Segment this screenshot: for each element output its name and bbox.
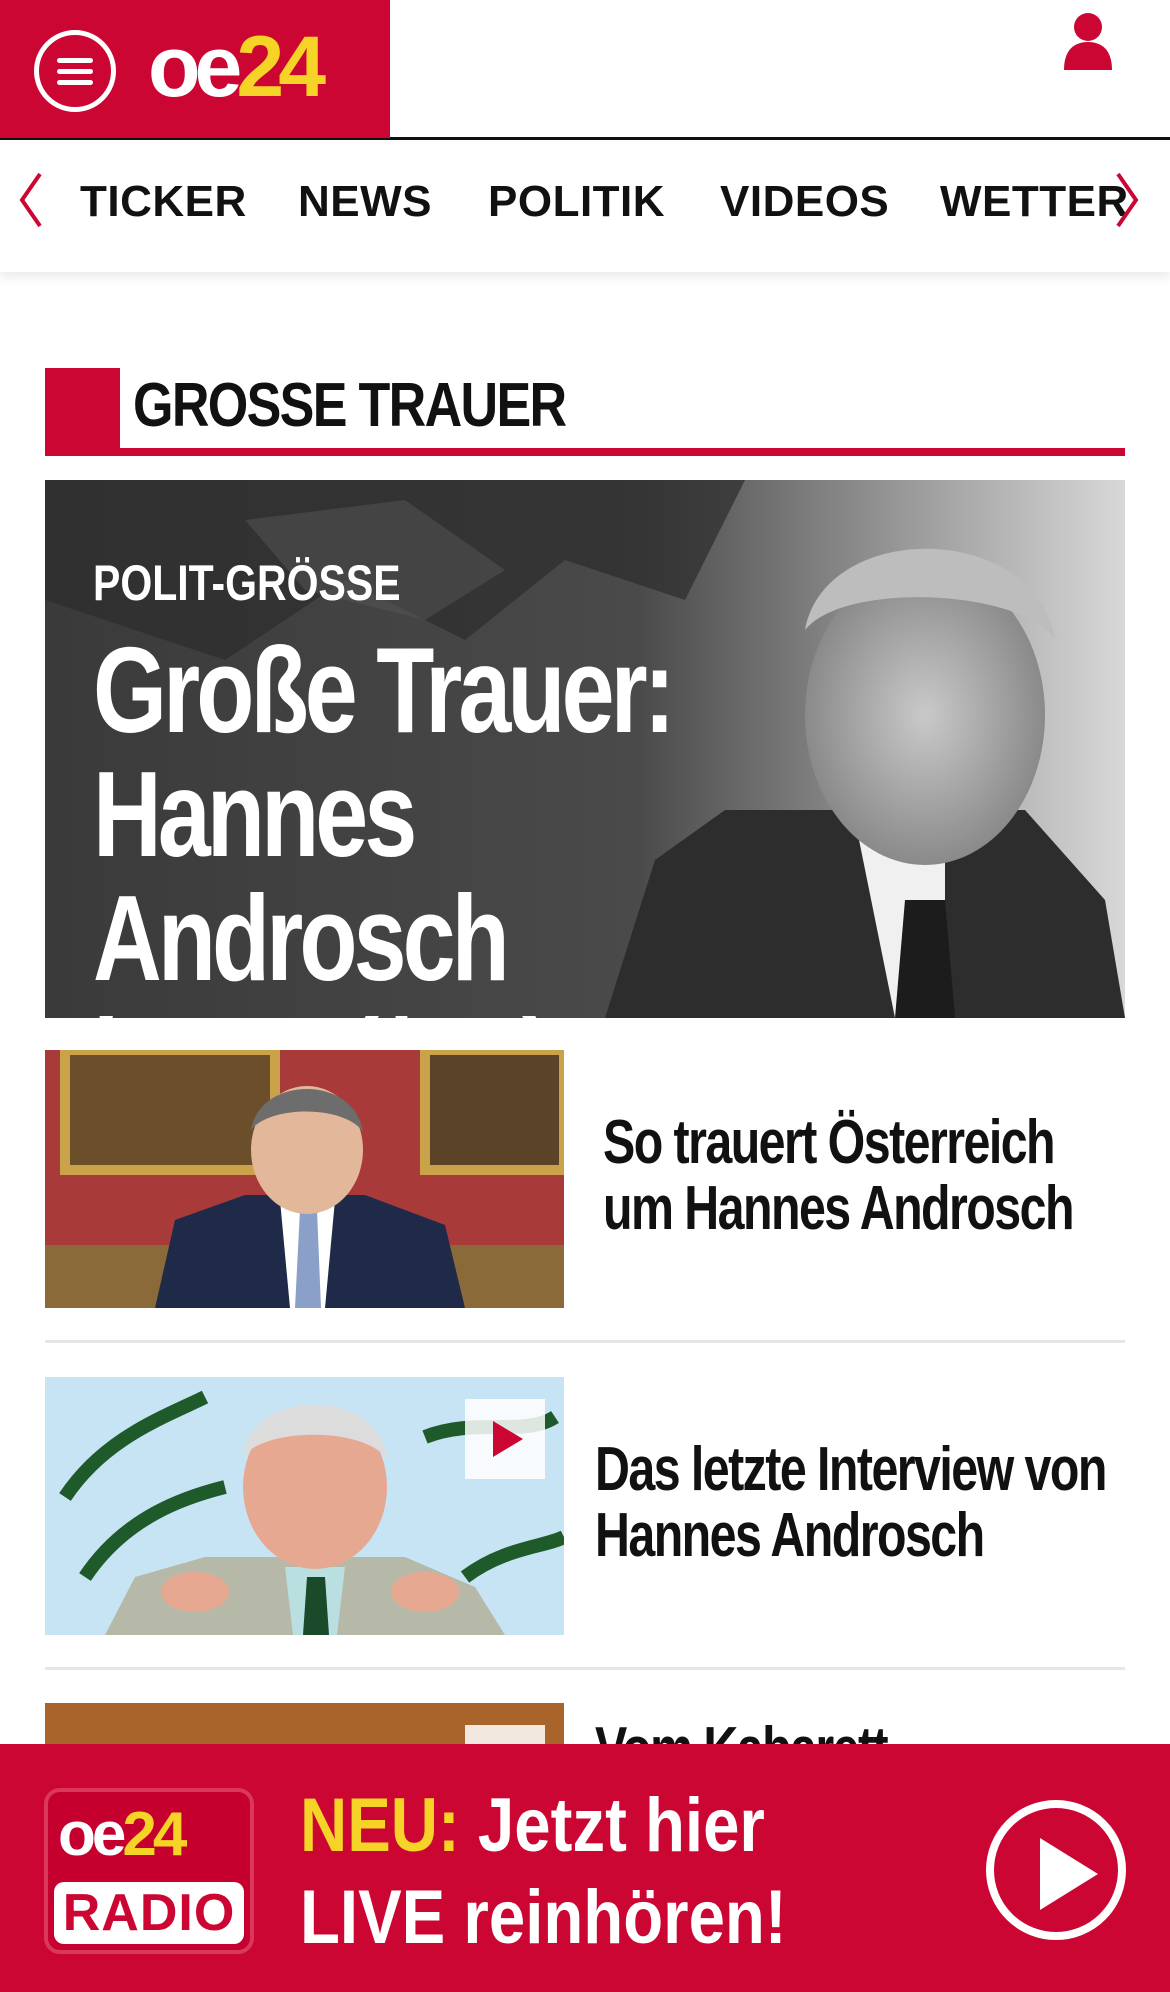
nav-item-wetter[interactable]: WETTER <box>940 176 1129 228</box>
chevron-left-icon[interactable] <box>16 170 46 230</box>
article-thumbnail <box>45 1377 564 1635</box>
user-icon[interactable] <box>1062 12 1114 72</box>
nav-item-videos[interactable]: VIDEOS <box>720 176 889 228</box>
hero-headline: Große Trauer: Hannes Androsch ist tot (†… <box>93 622 675 1018</box>
play-circle-icon[interactable] <box>986 1800 1126 1940</box>
article-title: So trauert Österreich um Hannes Androsch <box>603 1108 1074 1243</box>
article-row[interactable]: Das letzte Interview von Hannes Androsch <box>45 1377 1125 1635</box>
nav-item-ticker[interactable]: TICKER <box>80 176 247 228</box>
chevron-right-icon[interactable] <box>1112 170 1142 230</box>
play-icon[interactable] <box>465 1399 545 1479</box>
divider <box>45 1340 1125 1343</box>
hero-article[interactable]: POLIT-GRÖSSE Große Trauer: Hannes Andros… <box>45 480 1125 1018</box>
radio-promo-text: NEU: Jetzt hier LIVE reinhören! <box>300 1783 787 1960</box>
site-header: oe24 <box>0 0 1170 140</box>
article-thumbnail <box>45 1050 564 1308</box>
site-logo[interactable]: oe24 <box>148 22 326 112</box>
menu-icon[interactable] <box>34 30 116 112</box>
radio-logo[interactable]: oe24 RADIO <box>44 1788 254 1954</box>
section-title: GROSSE TRAUER <box>133 371 567 440</box>
logo-block: oe24 <box>0 0 390 138</box>
radio-banner[interactable]: oe24 RADIO NEU: Jetzt hier LIVE reinhöre… <box>0 1744 1170 1992</box>
hero-kicker: POLIT-GRÖSSE <box>93 555 401 611</box>
nav-item-politik[interactable]: POLITIK <box>488 176 665 228</box>
article-title: Das letzte Interview von Hannes Androsch <box>595 1435 1107 1570</box>
category-nav: TICKER NEWS POLITIK VIDEOS WETTER <box>0 140 1170 272</box>
article-row[interactable]: So trauert Österreich um Hannes Androsch <box>45 1050 1125 1308</box>
nav-item-news[interactable]: NEWS <box>298 176 432 228</box>
divider <box>45 1667 1125 1670</box>
section-heading: GROSSE TRAUER <box>45 368 1125 456</box>
